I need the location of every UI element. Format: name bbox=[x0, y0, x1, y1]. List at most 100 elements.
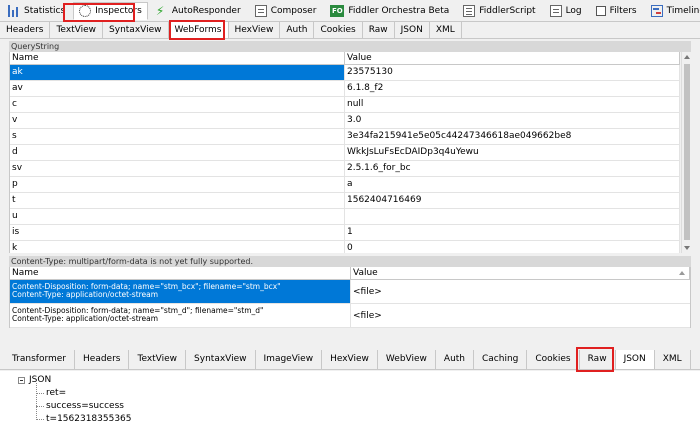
multipart-header: Content-Type: multipart/form-data is not… bbox=[9, 256, 691, 267]
tab-label: Fiddler Orchestra Beta bbox=[348, 5, 450, 16]
querystring-grid: Name Value ak 23575130 av 6.1.8_f2 c null v… bbox=[9, 52, 680, 253]
tab-caching[interactable]: Caching bbox=[474, 350, 528, 369]
tab-filters[interactable]: Filters bbox=[590, 2, 643, 20]
param-name: av bbox=[10, 81, 345, 96]
param-value: 23575130 bbox=[345, 65, 680, 80]
tab-inspectors[interactable]: Inspectors bbox=[73, 1, 148, 20]
scroll-up-icon[interactable] bbox=[684, 55, 690, 59]
querystring-row[interactable]: k0 bbox=[10, 241, 680, 253]
param-name: s bbox=[10, 129, 345, 144]
param-value: null bbox=[345, 97, 680, 112]
tab-headers[interactable]: Headers bbox=[0, 22, 51, 38]
tab-webforms[interactable]: WebForms bbox=[168, 22, 229, 38]
param-name: k bbox=[10, 241, 345, 253]
param-name: is bbox=[10, 225, 345, 240]
json-node[interactable]: ret= bbox=[46, 388, 66, 399]
tree-line bbox=[36, 393, 44, 394]
querystring-row[interactable]: is 1 bbox=[10, 225, 680, 241]
multipart-row[interactable]: Content-Disposition: form-data; name="st… bbox=[10, 304, 690, 328]
json-node[interactable]: t=1562318355365 bbox=[46, 414, 132, 425]
scroll-thumb[interactable] bbox=[684, 64, 690, 240]
tab-textview[interactable]: TextView bbox=[129, 350, 187, 369]
tab-textview[interactable]: TextView bbox=[50, 22, 104, 38]
tab-label: Composer bbox=[270, 5, 317, 16]
tree-line bbox=[36, 406, 44, 407]
tab-hexview[interactable]: HexView bbox=[322, 350, 378, 369]
checkbox-icon[interactable] bbox=[595, 5, 606, 16]
querystring-row[interactable]: t 1562404716469 bbox=[10, 193, 680, 209]
column-value-header[interactable]: Value bbox=[351, 267, 690, 279]
param-name: p bbox=[10, 177, 345, 192]
querystring-row[interactable]: v 3.0 bbox=[10, 113, 680, 129]
tab-fiddlerscript[interactable]: FiddlerScript bbox=[457, 2, 541, 20]
param-name: sv bbox=[10, 161, 345, 176]
tab-hexview[interactable]: HexView bbox=[229, 22, 281, 38]
querystring-row[interactable]: pa bbox=[10, 177, 680, 193]
collapse-icon[interactable] bbox=[18, 377, 25, 384]
lightning-icon: ⚡ bbox=[155, 3, 165, 18]
querystring-row[interactable]: av 6.1.8_f2 bbox=[10, 81, 680, 97]
param-value: 6.1.8_f2 bbox=[345, 81, 680, 96]
tab-timeline[interactable]: Timeline bbox=[645, 2, 700, 20]
tab-syntaxview[interactable]: SyntaxView bbox=[103, 22, 169, 38]
tab-label: AutoResponder bbox=[171, 5, 241, 16]
tab-log[interactable]: Log bbox=[544, 2, 588, 20]
param-name: ak bbox=[10, 65, 345, 80]
scroll-down-icon[interactable] bbox=[684, 246, 690, 250]
tab-headers[interactable]: Headers bbox=[75, 350, 130, 369]
sort-arrow-icon bbox=[679, 271, 685, 275]
tab-webview[interactable]: WebView bbox=[378, 350, 436, 369]
param-value: 3e34fa215941e5e05c44247346618ae049662be8 bbox=[345, 129, 680, 144]
tab-label: Filters bbox=[609, 5, 637, 16]
column-name-header[interactable]: Name bbox=[10, 52, 345, 64]
tab-composer[interactable]: Composer bbox=[249, 2, 323, 20]
querystring-row[interactable]: u bbox=[10, 209, 680, 225]
part-content-type: Content-Type: application/octet-stream bbox=[12, 290, 159, 299]
inspectors-icon bbox=[79, 4, 92, 17]
part-value: <file> bbox=[353, 311, 382, 321]
param-value: 0 bbox=[345, 241, 680, 253]
tab-raw[interactable]: Raw bbox=[580, 350, 616, 369]
tab-json[interactable]: JSON bbox=[615, 350, 655, 369]
tab-fiddler-orchestra[interactable]: FO Fiddler Orchestra Beta bbox=[324, 2, 455, 20]
param-value: 1 bbox=[345, 225, 680, 240]
querystring-row[interactable]: sv 2.5.1.6_for_bc bbox=[10, 161, 680, 177]
multipart-column-headers: Name Value bbox=[10, 267, 690, 280]
tab-statistics[interactable]: Statistics bbox=[2, 2, 71, 20]
tab-autoresponder[interactable]: ⚡ AutoResponder bbox=[150, 2, 247, 20]
json-node[interactable]: success=success bbox=[46, 401, 124, 412]
multipart-row[interactable]: Content-Disposition: form-data; name="st… bbox=[10, 280, 690, 304]
tab-syntaxview[interactable]: SyntaxView bbox=[186, 350, 256, 369]
tab-cookies[interactable]: Cookies bbox=[314, 22, 363, 38]
tab-label: FiddlerScript bbox=[479, 5, 536, 16]
part-name: Content-Disposition: form-data; name="st… bbox=[10, 304, 351, 327]
querystring-row[interactable]: c null bbox=[10, 97, 680, 113]
tab-transformer[interactable]: Transformer bbox=[4, 350, 76, 369]
tab-auth[interactable]: Auth bbox=[436, 350, 474, 369]
tab-imageview[interactable]: ImageView bbox=[256, 350, 323, 369]
querystring-row[interactable]: d WkkJsLuFsEcDAIDp3q4uYewu bbox=[10, 145, 680, 161]
column-name-header[interactable]: Name bbox=[10, 267, 351, 279]
querystring-row[interactable]: s 3e34fa215941e5e05c44247346618ae049662be… bbox=[10, 129, 680, 145]
multipart-grid: Name Value Content-Disposition: form-dat… bbox=[9, 267, 691, 328]
tab-cookies[interactable]: Cookies bbox=[527, 350, 580, 369]
tree-line bbox=[36, 383, 37, 420]
param-value: 2.5.1.6_for_bc bbox=[345, 161, 680, 176]
column-value-header[interactable]: Value bbox=[345, 52, 680, 64]
tab-auth[interactable]: Auth bbox=[280, 22, 315, 38]
fo-icon: FO bbox=[330, 4, 345, 17]
param-value: 3.0 bbox=[345, 113, 680, 128]
tab-xml[interactable]: XML bbox=[430, 22, 462, 38]
tab-json[interactable]: JSON bbox=[395, 22, 430, 38]
tab-xml[interactable]: XML bbox=[655, 350, 691, 369]
param-name: d bbox=[10, 145, 345, 160]
json-tree: JSON ret= success=success t=156231835536… bbox=[0, 371, 700, 437]
tab-raw[interactable]: Raw bbox=[363, 22, 395, 38]
param-value: WkkJsLuFsEcDAIDp3q4uYewu bbox=[345, 145, 680, 160]
log-icon bbox=[549, 4, 562, 17]
panel-splitter[interactable] bbox=[0, 331, 700, 348]
querystring-scrollbar[interactable] bbox=[681, 52, 691, 253]
json-root-node[interactable]: JSON bbox=[29, 375, 51, 386]
querystring-row[interactable]: ak 23575130 bbox=[10, 65, 680, 81]
param-name: v bbox=[10, 113, 345, 128]
